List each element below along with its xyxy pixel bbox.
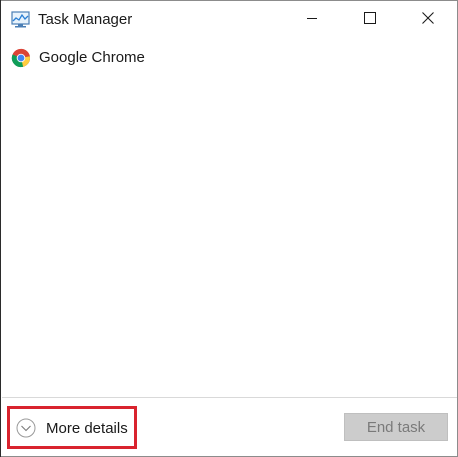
chrome-icon (11, 48, 31, 68)
more-details-button[interactable]: More details (7, 406, 137, 449)
window-title: Task Manager (38, 11, 133, 28)
minimize-button[interactable] (283, 1, 341, 39)
chevron-down-circle-icon (16, 418, 36, 438)
process-row[interactable]: Google Chrome (1, 45, 457, 71)
window-left-edge (0, 0, 1, 457)
process-name: Google Chrome (39, 49, 145, 66)
task-manager-window: Task Manager Google Chrome More details … (0, 0, 458, 457)
title-bar[interactable]: Task Manager (1, 1, 457, 39)
maximize-icon (364, 11, 376, 29)
footer-divider (2, 397, 457, 398)
more-details-label: More details (46, 420, 128, 437)
maximize-button[interactable] (341, 1, 399, 39)
minimize-icon (306, 11, 318, 29)
task-manager-icon (11, 11, 31, 29)
close-button[interactable] (399, 1, 457, 39)
end-task-button[interactable]: End task (344, 413, 448, 441)
close-icon (422, 11, 434, 29)
